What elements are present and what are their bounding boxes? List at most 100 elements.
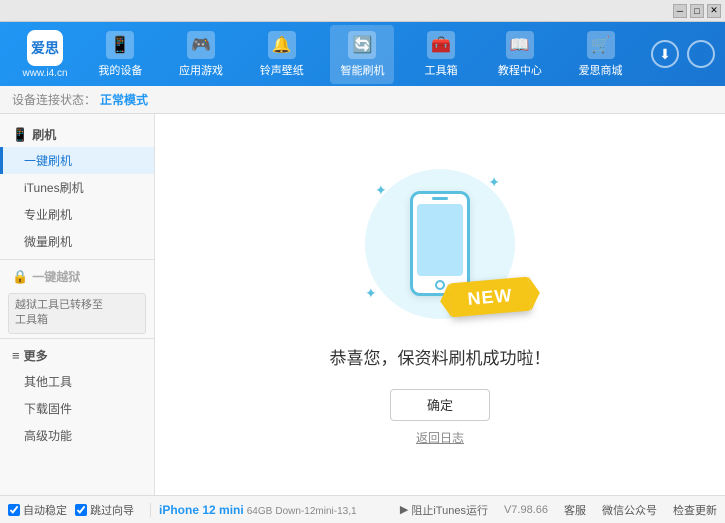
my-device-icon: 📱 [106,31,134,59]
status-value: 正常模式 [100,91,148,108]
main-layout: 📱 刷机 一键刷机 iTunes刷机 专业刷机 微量刷机 🔒 一键越狱 越狱工具… [0,114,725,495]
nav-store[interactable]: 🛒 爱思商城 [569,25,633,84]
auto-send-checkbox[interactable]: 自动稳定 [8,502,67,518]
sparkle-top-right: ✦ [488,174,500,191]
sidebar-divider-2 [0,338,154,339]
more-section-icon: ≡ [12,348,20,363]
sidebar-item-advanced[interactable]: 高级功能 [0,422,154,449]
hero-area: ✦ ✦ ✦ NEW [360,164,520,324]
nav-store-label: 爱思商城 [579,62,623,78]
nav-toolbox-label: 工具箱 [425,62,458,78]
tutorial-icon: 📖 [506,31,534,59]
lock-icon: 🔒 [12,269,28,285]
sidebar-section-more: ≡ 更多 [0,343,154,368]
sparkle-bottom-left: ✦ [365,285,377,302]
phone-shape [410,191,470,296]
more-section-label: 更多 [24,347,48,364]
download-button[interactable]: ⬇ [651,40,679,68]
auto-send-input[interactable] [8,504,20,516]
logo-icon: 爱思 [27,30,63,66]
jailbreak-note: 越狱工具已转移至工具箱 [8,293,146,334]
ringtone-icon: 🔔 [268,31,296,59]
skip-guide-checkbox[interactable]: 跳过向导 [75,502,134,518]
logo: 爱思 www.i4.cn [10,30,80,79]
nav-my-device[interactable]: 📱 我的设备 [88,25,152,84]
sidebar-item-micro-flash[interactable]: 微量刷机 [0,228,154,255]
advanced-label: 高级功能 [24,429,72,443]
smart-flash-icon: 🔄 [348,31,376,59]
one-click-flash-label: 一键刷机 [24,154,72,168]
customer-service-link[interactable]: 客服 [564,502,586,518]
confirm-button[interactable]: 确定 [390,389,490,421]
bottom-left: 自动稳定 跳过向导 iPhone 12 mini 64GB Down-12min… [8,502,400,518]
sidebar-divider-1 [0,259,154,260]
window-controls[interactable]: ─ □ ✕ [673,4,721,18]
skip-guide-label: 跳过向导 [90,502,134,518]
nav-apps-games-label: 应用游戏 [179,62,223,78]
device-info: iPhone 12 mini 64GB Down-12mini-13,1 [150,503,357,517]
confirm-button-label: 确定 [427,395,453,414]
sparkle-top-left: ✦ [375,182,387,199]
stop-itunes-label: 阻止iTunes运行 [411,502,488,518]
sidebar-item-one-click-flash[interactable]: 一键刷机 [0,147,154,174]
nav-ringtone-label: 铃声壁纸 [260,62,304,78]
sidebar-item-itunes-flash[interactable]: iTunes刷机 [0,174,154,201]
phone-illustration: ✦ ✦ ✦ NEW [360,164,520,324]
header: 爱思 www.i4.cn 📱 我的设备 🎮 应用游戏 🔔 铃声壁纸 🔄 智能刷机… [0,22,725,86]
itunes-flash-label: iTunes刷机 [24,181,84,195]
bottom-bar: 自动稳定 跳过向导 iPhone 12 mini 64GB Down-12min… [0,495,725,523]
apps-games-icon: 🎮 [187,31,215,59]
nav-toolbox[interactable]: 🧰 工具箱 [411,25,471,84]
status-bar: 设备连接状态： 正常模式 [0,86,725,114]
wechat-link[interactable]: 微信公众号 [602,502,657,518]
sidebar-item-pro-flash[interactable]: 专业刷机 [0,201,154,228]
sidebar: 📱 刷机 一键刷机 iTunes刷机 专业刷机 微量刷机 🔒 一键越狱 越狱工具… [0,114,155,495]
sidebar-item-download-firmware[interactable]: 下载固件 [0,395,154,422]
stop-itunes[interactable]: ▶ 阻止iTunes运行 [400,502,488,518]
status-label: 设备连接状态： [12,91,96,108]
nav-tutorial-label: 教程中心 [498,62,542,78]
nav-ringtone[interactable]: 🔔 铃声壁纸 [250,25,314,84]
content-area: ✦ ✦ ✦ NEW 恭喜您，保资料刷机成功啦！ 确定 返回日志 [155,114,725,495]
device-name: iPhone 12 mini [159,503,244,517]
stop-itunes-icon: ▶ [400,503,408,516]
flash-section-icon: 📱 [12,127,28,143]
skip-guide-input[interactable] [75,504,87,516]
user-button[interactable]: 👤 [687,40,715,68]
sidebar-item-other-tools[interactable]: 其他工具 [0,368,154,395]
nav-smart-flash[interactable]: 🔄 智能刷机 [330,25,394,84]
new-badge: NEW [449,276,532,317]
toolbox-icon: 🧰 [427,31,455,59]
nav-items: 📱 我的设备 🎮 应用游戏 🔔 铃声壁纸 🔄 智能刷机 🧰 工具箱 📖 教程中心… [80,25,641,84]
micro-flash-label: 微量刷机 [24,235,72,249]
jailbreak-note-text: 越狱工具已转移至工具箱 [15,299,103,326]
nav-tutorial[interactable]: 📖 教程中心 [488,25,552,84]
maximize-button[interactable]: □ [690,4,704,18]
device-firmware: Down-12mini-13,1 [275,506,356,517]
sidebar-section-jailbreak: 🔒 一键越狱 [0,264,154,289]
title-bar: ─ □ ✕ [0,0,725,22]
download-firmware-label: 下载固件 [24,402,72,416]
sidebar-section-flash: 📱 刷机 [0,122,154,147]
nav-my-device-label: 我的设备 [98,62,142,78]
logo-subtitle: www.i4.cn [22,68,67,79]
phone-screen [417,204,463,276]
bottom-right: ▶ 阻止iTunes运行 V7.98.66 客服 微信公众号 检查更新 [400,502,717,518]
close-button[interactable]: ✕ [707,4,721,18]
nav-smart-flash-label: 智能刷机 [340,62,384,78]
version-label: V7.98.66 [504,504,548,516]
other-tools-label: 其他工具 [24,375,72,389]
auto-send-label: 自动稳定 [23,502,67,518]
flash-section-label: 刷机 [32,126,56,143]
minimize-button[interactable]: ─ [673,4,687,18]
phone-speaker [432,197,448,200]
check-update-link[interactable]: 检查更新 [673,502,717,518]
return-link[interactable]: 返回日志 [416,429,464,446]
pro-flash-label: 专业刷机 [24,208,72,222]
logo-text: 爱思 [31,38,59,58]
nav-apps-games[interactable]: 🎮 应用游戏 [169,25,233,84]
success-text: 恭喜您，保资料刷机成功啦！ [330,344,551,369]
jailbreak-section-label: 一键越狱 [32,268,80,285]
nav-right: ⬇ 👤 [651,40,715,68]
store-icon: 🛒 [587,31,615,59]
